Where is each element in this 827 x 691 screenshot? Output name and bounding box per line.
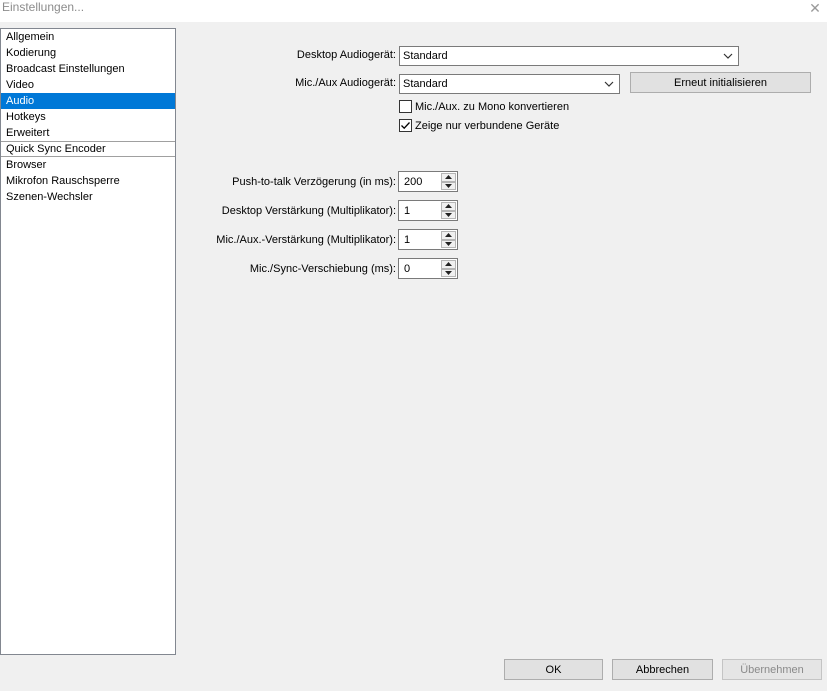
mic-gain-value: 1 bbox=[404, 234, 411, 246]
push-to-talk-value: 200 bbox=[404, 176, 423, 188]
mono-checkbox-row[interactable]: Mic./Aux. zu Mono konvertieren bbox=[399, 100, 569, 113]
arrow-down-icon bbox=[445, 241, 452, 246]
chevron-down-icon bbox=[723, 53, 733, 59]
arrow-down-icon bbox=[445, 183, 452, 188]
push-to-talk-spinbox[interactable]: 200 bbox=[398, 171, 458, 192]
checkmark-icon bbox=[401, 122, 410, 130]
mono-checkbox-label: Mic./Aux. zu Mono konvertieren bbox=[415, 100, 570, 113]
arrow-up-icon bbox=[445, 204, 452, 209]
arrow-up-icon bbox=[445, 262, 452, 267]
mono-checkbox[interactable] bbox=[399, 100, 412, 113]
title-bar: Einstellungen... ✕ bbox=[0, 0, 827, 22]
mic-gain-spinbox[interactable]: 1 bbox=[398, 229, 458, 250]
desktop-device-value: Standard bbox=[403, 50, 448, 62]
connected-devices-checkbox-row[interactable]: Zeige nur verbundene Geräte bbox=[399, 119, 559, 132]
spin-down-button[interactable] bbox=[441, 181, 456, 190]
close-icon[interactable]: ✕ bbox=[803, 0, 827, 16]
sidebar-item-quick-sync[interactable]: Quick Sync Encoder bbox=[1, 141, 175, 157]
arrow-down-icon bbox=[445, 212, 452, 217]
desktop-gain-value: 1 bbox=[404, 205, 411, 217]
arrow-up-icon bbox=[445, 175, 452, 180]
sidebar-item-video[interactable]: Video bbox=[1, 77, 175, 93]
mic-device-value: Standard bbox=[403, 78, 448, 90]
spin-up-button[interactable] bbox=[441, 260, 456, 269]
spin-down-button[interactable] bbox=[441, 210, 456, 219]
sidebar-item-broadcast[interactable]: Broadcast Einstellungen bbox=[1, 61, 175, 77]
arrow-up-icon bbox=[445, 233, 452, 238]
apply-button[interactable]: Übernehmen bbox=[722, 659, 822, 680]
desktop-device-label: Desktop Audiogerät: bbox=[296, 49, 396, 61]
sidebar-item-erweitert[interactable]: Erweitert bbox=[1, 125, 175, 141]
push-to-talk-label: Push-to-talk Verzögerung (in ms): bbox=[232, 176, 396, 188]
connected-devices-label: Zeige nur verbundene Geräte bbox=[415, 119, 560, 132]
mic-device-select[interactable]: Standard bbox=[399, 74, 620, 94]
spin-up-button[interactable] bbox=[441, 231, 456, 240]
spin-up-button[interactable] bbox=[441, 173, 456, 182]
ok-button[interactable]: OK bbox=[504, 659, 603, 680]
chevron-down-icon bbox=[604, 81, 614, 87]
spin-up-button[interactable] bbox=[441, 202, 456, 211]
arrow-down-icon bbox=[445, 270, 452, 275]
window-title: Einstellungen... bbox=[2, 0, 85, 14]
sidebar-item-kodierung[interactable]: Kodierung bbox=[1, 45, 175, 61]
spin-down-button[interactable] bbox=[441, 268, 456, 277]
spin-down-button[interactable] bbox=[441, 239, 456, 248]
sidebar-item-browser[interactable]: Browser bbox=[1, 157, 175, 173]
mic-sync-value: 0 bbox=[404, 263, 411, 275]
sidebar-item-noise-gate[interactable]: Mikrofon Rauschsperre bbox=[1, 173, 175, 189]
sidebar-item-scene-switcher[interactable]: Szenen-Wechsler bbox=[1, 189, 175, 205]
mic-sync-label: Mic./Sync-Verschiebung (ms): bbox=[249, 263, 396, 275]
sidebar-item-hotkeys[interactable]: Hotkeys bbox=[1, 109, 175, 125]
sidebar-item-audio[interactable]: Audio bbox=[1, 93, 175, 109]
mic-device-label: Mic./Aux Audiogerät: bbox=[295, 77, 396, 89]
connected-devices-checkbox[interactable] bbox=[399, 119, 412, 132]
desktop-gain-label: Desktop Verstärkung (Multiplikator): bbox=[221, 205, 396, 217]
settings-sidebar: Allgemein Kodierung Broadcast Einstellun… bbox=[0, 28, 176, 655]
mic-sync-spinbox[interactable]: 0 bbox=[398, 258, 458, 279]
desktop-gain-spinbox[interactable]: 1 bbox=[398, 200, 458, 221]
cancel-button[interactable]: Abbrechen bbox=[612, 659, 713, 680]
desktop-device-select[interactable]: Standard bbox=[399, 46, 739, 66]
mic-gain-label: Mic./Aux.-Verstärkung (Multiplikator): bbox=[216, 234, 396, 246]
reinitialize-button[interactable]: Erneut initialisieren bbox=[630, 72, 811, 93]
sidebar-item-allgemein[interactable]: Allgemein bbox=[1, 29, 175, 45]
